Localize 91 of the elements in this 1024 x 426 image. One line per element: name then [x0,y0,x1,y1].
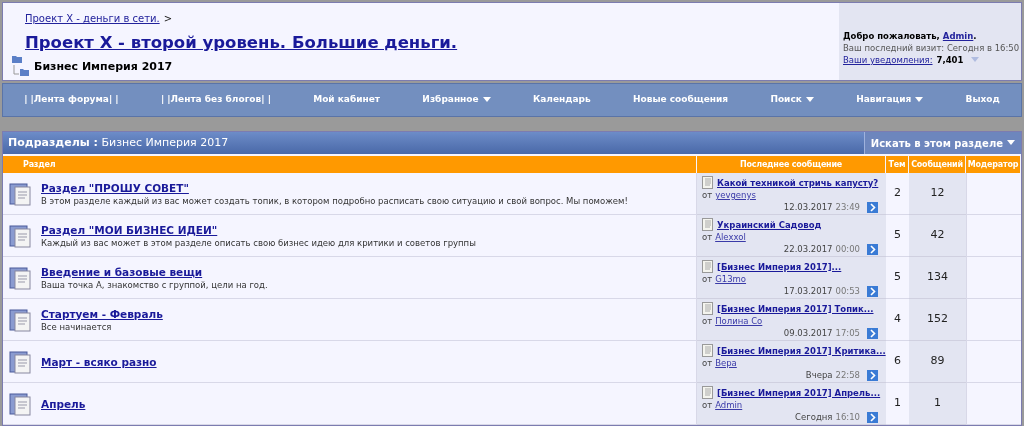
caret-icon [915,97,924,103]
from-label: от [702,273,713,285]
from-label: от [702,399,713,411]
post-count: 42 [930,227,945,244]
post-time: 22:58 [835,369,860,381]
forum-icon [9,391,33,416]
post-date: 17.03.2017 [783,285,833,297]
breadcrumb-link[interactable]: Проект X - деньги в сети. [25,11,160,26]
document-icon [702,344,713,357]
subforum-description: Все начинается [41,320,113,333]
post-time: 23:49 [835,201,860,213]
from-label: от [702,315,713,327]
caret-icon [971,57,980,63]
go-to-post-icon[interactable] [867,369,878,381]
thread-count: 2 [894,185,901,202]
document-icon [702,260,713,273]
caret-icon [1007,140,1015,146]
post-count: 89 [930,353,945,370]
forum-icon [9,349,33,374]
post-count: 152 [927,311,948,328]
column-header: Модератор [966,156,1021,173]
last-post-link[interactable]: [Бизнес Империя 2017]... [717,260,842,273]
author-link[interactable]: yevgenys [715,189,756,201]
last-visit-text: Ваш последний визит: Сегодня в 16:50 [843,42,1021,54]
document-icon [702,302,713,315]
document-icon [702,386,713,399]
search-section-button[interactable]: Искать в этом разделе [863,132,1021,154]
tree-folders-icon [11,53,31,78]
subforum-link[interactable]: Апрель [41,396,86,411]
notifications-count: 7,401 [936,54,964,66]
last-post-link[interactable]: Какой техникой стричь капусту? [717,176,879,189]
forum-icon [9,307,33,332]
post-count: 1 [934,395,941,412]
thread-count: 5 [894,269,901,286]
section-title: Подразделы : Бизнес Империя 2017 [7,134,230,151]
author-link[interactable]: Admin [715,399,743,411]
breadcrumb-separator: > [163,12,173,26]
go-to-post-icon[interactable] [867,327,878,339]
welcome-text: Добро пожаловать, Admin. [843,30,978,42]
forum-title-link[interactable]: Проект X - второй уровень. Большие деньги. [25,35,839,52]
go-to-post-icon[interactable] [867,411,878,423]
post-time: 16:10 [835,411,860,423]
from-label: от [702,231,713,243]
from-label: от [702,189,713,201]
post-time: 17:05 [835,327,860,339]
last-post-link[interactable]: [Бизнес Империя 2017] Критика... [717,344,886,357]
notifications-link[interactable]: Ваши уведомления: [843,54,933,66]
caret-icon [805,97,814,103]
post-date: 12.03.2017 [783,201,833,213]
author-link[interactable]: Alexxol [715,231,746,243]
post-date: Сегодня [795,411,833,423]
post-time: 00:00 [835,243,860,255]
current-forum-label: Бизнес Империя 2017 [34,59,173,75]
thread-count: 1 [894,395,901,412]
caret-icon [482,97,491,103]
post-date: 22.03.2017 [783,243,833,255]
column-header: Тем [886,156,909,173]
subforum-link[interactable]: Раздел "МОИ БИЗНЕС ИДЕИ" [41,222,476,237]
subforum-link[interactable]: Введение и базовые вещи [41,264,268,279]
go-to-post-icon[interactable] [867,285,878,297]
document-icon [702,176,713,189]
subforum-link[interactable]: Март - всяко разно [41,354,157,369]
subforum-link[interactable]: Стартуем - Февраль [41,306,163,321]
subforum-description: В этом разделе каждый из вас может создать топик, в котором подробно расписать свою ситуацию и свой вопрос. Мы поможем! [41,194,628,207]
column-header: Сообщений [909,156,966,173]
last-post-link[interactable]: [Бизнес Империя 2017] Апрель... [717,386,881,399]
go-to-post-icon[interactable] [867,201,878,213]
post-count: 12 [930,185,945,202]
author-link[interactable]: Вера [715,357,737,369]
subforum-link[interactable]: Раздел "ПРОШУ СОВЕТ" [41,180,628,195]
last-post-link[interactable]: [Бизнес Империя 2017] Топик... [717,302,874,315]
last-post-link[interactable]: Украинский Садовод [717,218,822,231]
go-to-post-icon[interactable] [867,243,878,255]
from-label: от [702,357,713,369]
author-link[interactable]: Полина Co [715,315,763,327]
column-header: Последнее сообщение [697,156,886,173]
post-count: 134 [927,269,948,286]
post-date: 09.03.2017 [783,327,833,339]
subforum-description: Ваша точка А, знакомство с группой, цели на год. [41,278,268,291]
subforum-description: Каждый из вас может в этом разделе описать свою бизнес идею для критики и советов группы [41,236,476,249]
post-time: 00:53 [835,285,860,297]
thread-count: 6 [894,353,901,370]
post-date: Вчера [805,369,833,381]
thread-count: 4 [894,311,901,328]
forum-icon [9,181,33,206]
forum-icon [9,223,33,248]
forum-icon [9,265,33,290]
author-link[interactable]: G13mo [715,273,747,285]
thread-count: 5 [894,227,901,244]
column-header: Раздел [3,156,697,173]
document-icon [702,218,713,231]
